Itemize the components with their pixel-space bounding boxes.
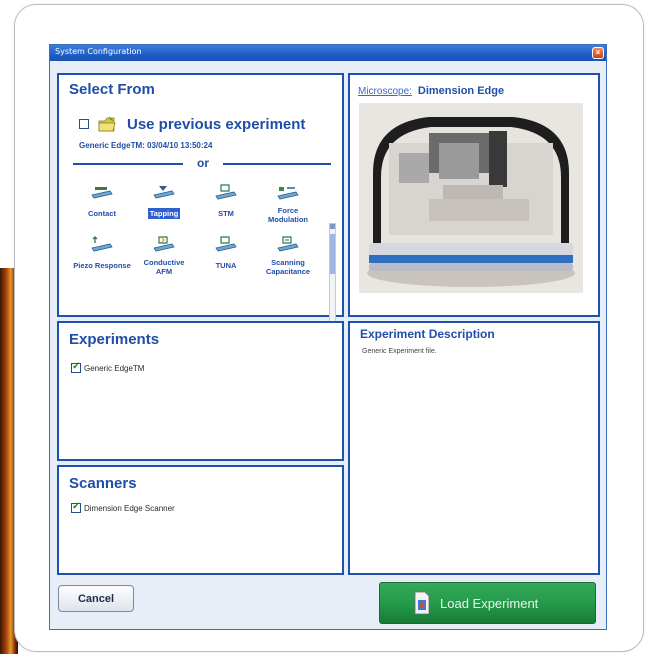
microscope-name: Dimension Edge bbox=[417, 85, 505, 97]
scanners-panel: Scanners Dimension Edge Scanner bbox=[57, 465, 344, 575]
microscope-photo bbox=[359, 103, 583, 293]
experiment-description-panel: Experiment Description Generic Experimen… bbox=[348, 321, 600, 575]
experiment-label: Generic EdgeTM bbox=[84, 363, 145, 373]
close-icon[interactable]: × bbox=[592, 47, 604, 59]
mode-piezo-response[interactable]: Piezo Response bbox=[71, 235, 133, 273]
mode-label: Force Modulation bbox=[268, 206, 308, 224]
scroll-up-arrow[interactable] bbox=[330, 224, 335, 229]
scanner-checkbox[interactable] bbox=[71, 501, 81, 513]
mode-force-modulation[interactable]: Force Modulation bbox=[257, 183, 319, 227]
use-previous-checkbox[interactable] bbox=[79, 119, 89, 129]
description-title: Experiment Description bbox=[360, 327, 495, 341]
load-experiment-button[interactable]: Load Experiment bbox=[379, 582, 596, 624]
mode-label: Tapping bbox=[147, 208, 181, 219]
load-experiment-label: Load Experiment bbox=[440, 595, 539, 611]
mode-label: Scanning Capacitance bbox=[265, 258, 311, 276]
system-configuration-dialog: System Configuration × Select From Use p… bbox=[49, 44, 607, 630]
scanner-label: Dimension Edge Scanner bbox=[84, 503, 175, 513]
mode-label: Conductive AFM bbox=[143, 258, 185, 276]
experiments-panel: Experiments Generic EdgeTM bbox=[57, 321, 344, 461]
window-titlebar[interactable]: System Configuration × bbox=[50, 45, 606, 61]
previous-experiment-info: Generic EdgeTM: 03/04/10 13:50:24 bbox=[79, 141, 213, 150]
use-previous-label: Use previous experiment bbox=[127, 115, 306, 133]
experiments-title: Experiments bbox=[69, 331, 160, 348]
mode-conductive-afm[interactable]: Conductive AFM bbox=[133, 235, 195, 279]
select-from-title: Select From bbox=[69, 81, 155, 98]
microscope-row: Microscope: Dimension Edge bbox=[358, 85, 504, 97]
mode-label: TUNA bbox=[215, 261, 237, 270]
folder-icon bbox=[97, 115, 117, 133]
mode-tuna[interactable]: TUNA bbox=[195, 235, 257, 273]
mode-label: Contact bbox=[88, 209, 116, 218]
conductive-afm-icon bbox=[153, 236, 175, 252]
select-from-panel: Select From Use previous experiment Gene… bbox=[57, 73, 344, 343]
mode-tapping[interactable]: Tapping bbox=[133, 183, 195, 221]
mode-label: Piezo Response bbox=[73, 261, 131, 270]
use-previous-row[interactable]: Use previous experiment bbox=[79, 115, 305, 133]
mode-scanning-capacitance[interactable]: Scanning Capacitance bbox=[257, 235, 319, 279]
window-title: System Configuration bbox=[55, 47, 142, 56]
mode-contact[interactable]: Contact bbox=[71, 183, 133, 221]
microscope-panel: Microscope: Dimension Edge bbox=[348, 73, 600, 317]
tuna-mode-icon bbox=[215, 236, 237, 252]
scanners-title: Scanners bbox=[69, 475, 137, 492]
contact-mode-icon bbox=[91, 187, 113, 199]
scroll-thumb[interactable] bbox=[330, 234, 335, 274]
piezo-response-icon bbox=[91, 236, 113, 252]
scanning-capacitance-icon bbox=[277, 236, 299, 252]
load-file-icon bbox=[414, 591, 430, 615]
cancel-button[interactable]: Cancel bbox=[58, 585, 134, 612]
divider-line-right bbox=[223, 163, 331, 165]
scanner-item[interactable]: Dimension Edge Scanner bbox=[71, 501, 175, 513]
experiment-checkbox[interactable] bbox=[71, 361, 81, 373]
force-modulation-icon bbox=[277, 187, 299, 200]
or-label: or bbox=[197, 156, 209, 170]
mode-stm[interactable]: STM bbox=[195, 183, 257, 221]
divider-line-left bbox=[73, 163, 183, 165]
stm-mode-icon bbox=[215, 184, 237, 200]
microscope-link[interactable]: Microscope: bbox=[358, 86, 412, 97]
description-text: Generic Experiment file. bbox=[362, 348, 437, 355]
experiment-item[interactable]: Generic EdgeTM bbox=[71, 361, 145, 373]
or-divider: or bbox=[73, 156, 331, 171]
tapping-mode-icon bbox=[153, 186, 175, 199]
mode-label: STM bbox=[218, 209, 234, 218]
